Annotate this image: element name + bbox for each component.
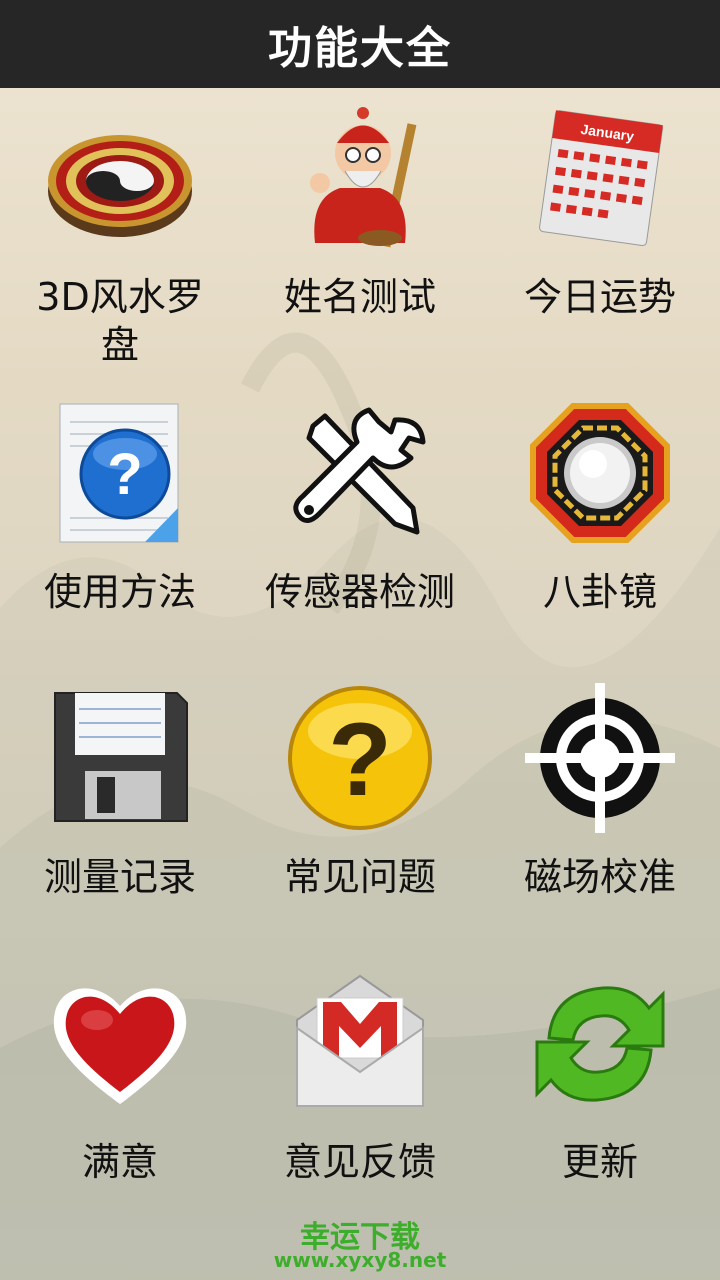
feature-faq[interactable]: ? 常见问题 [240,683,480,901]
feature-name-test[interactable]: 姓名测试 [240,103,480,321]
feature-label: 3D风水罗盘 [36,275,204,367]
feature-update[interactable]: 更新 [480,968,720,1186]
watermark-url: www.xyxy8.net [273,1248,447,1272]
feature-label: 八卦镜 [542,570,657,614]
feature-label: 意见反馈 [283,1140,436,1184]
feature-label: 姓名测试 [283,275,436,319]
help-document-icon: ? [45,398,195,548]
feature-label: 今日运势 [523,275,676,319]
feature-3d-compass[interactable]: 3D风水罗盘 [0,103,240,369]
svg-text:?: ? [328,702,392,818]
feature-label: 传感器检测 [264,570,455,614]
luopan-compass-icon [45,103,195,253]
crosshair-target-icon [525,683,675,833]
feature-satisfied[interactable]: 满意 [0,968,240,1186]
refresh-arrows-icon [525,968,675,1118]
heart-icon [45,968,195,1118]
floppy-disk-icon [45,683,195,833]
app-header: 功能大全 [0,0,720,88]
feature-calibration[interactable]: 磁场校准 [480,683,720,901]
feature-label: 更新 [561,1140,638,1184]
mail-envelope-icon [285,968,435,1118]
feature-label: 常见问题 [283,855,436,899]
feature-label: 磁场校准 [523,855,676,899]
calendar-icon: January [525,103,675,253]
feature-how-to-use[interactable]: ? 使用方法 [0,398,240,616]
feature-daily-fortune[interactable]: January 今日运势 [480,103,720,321]
feature-sensor-check[interactable]: 传感器检测 [240,398,480,616]
bagua-mirror-icon [525,398,675,548]
page-title: 功能大全 [268,23,452,74]
feature-label: 测量记录 [43,855,196,899]
question-mark-icon: ? [285,683,435,833]
tools-wrench-screwdriver-icon [285,398,435,548]
old-sage-icon [285,103,435,253]
svg-text:?: ? [107,442,142,507]
feature-label: 使用方法 [43,570,196,614]
feature-bagua-mirror[interactable]: 八卦镜 [480,398,720,616]
feature-label: 满意 [81,1140,158,1184]
feature-feedback[interactable]: 意见反馈 [240,968,480,1186]
feature-records[interactable]: 测量记录 [0,683,240,901]
